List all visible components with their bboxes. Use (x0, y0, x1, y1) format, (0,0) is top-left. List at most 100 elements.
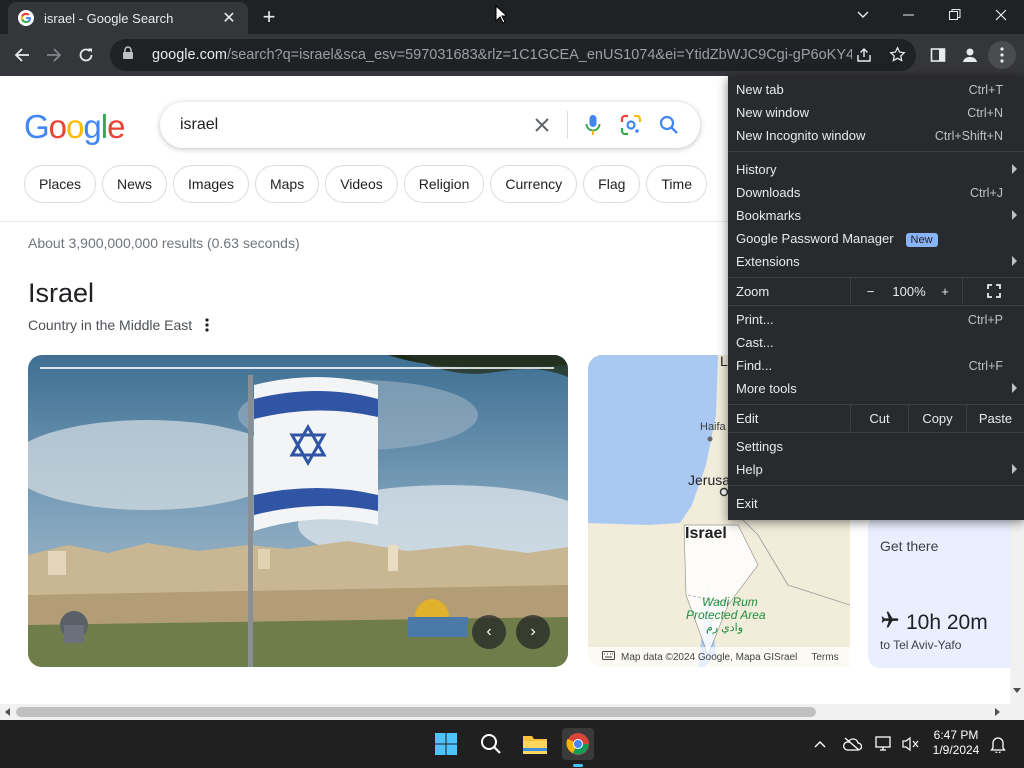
minimize-icon[interactable] (886, 0, 932, 30)
edit-label: Edit (736, 410, 759, 426)
voice-search-mic-icon[interactable] (574, 106, 612, 144)
result-stats: About 3,900,000,000 results (0.63 second… (28, 235, 300, 251)
search-magnifier-icon[interactable] (650, 106, 688, 144)
menu-item-history[interactable]: History (728, 158, 1024, 181)
menu-item-print[interactable]: Print... Ctrl+P (728, 308, 1024, 331)
close-window-icon[interactable] (978, 0, 1024, 30)
windows-start-icon[interactable] (430, 728, 462, 760)
scroll-right-arrow-icon[interactable] (995, 708, 1001, 716)
menu-separator (728, 305, 1024, 306)
chip-news[interactable]: News (102, 165, 168, 203)
reload-icon[interactable] (74, 43, 98, 67)
keyboard-icon[interactable] (602, 651, 615, 663)
system-clock[interactable]: 6:47 PM 1/9/2024 (924, 728, 988, 758)
google-favicon-icon (18, 10, 34, 26)
horizontal-scroll-thumb[interactable] (16, 707, 816, 717)
chip-images[interactable]: Images (173, 165, 249, 203)
carousel-prev-icon[interactable]: ‹ (472, 615, 506, 649)
google-logo[interactable]: Google (24, 108, 125, 146)
menu-item-new-window[interactable]: New window Ctrl+N (728, 101, 1024, 124)
map-label-jerusalem: Jerusa (688, 472, 731, 488)
map-label-protected-area: Protected Area (686, 608, 766, 622)
chip-videos[interactable]: Videos (325, 165, 398, 203)
menu-item-downloads[interactable]: Downloads Ctrl+J (728, 181, 1024, 204)
new-tab-icon[interactable]: + (258, 6, 280, 29)
menu-item-find[interactable]: Find... Ctrl+F (728, 354, 1024, 377)
show-hidden-icons-chevron-icon[interactable] (804, 728, 836, 760)
url-text: google.com/search?q=israel&sca_esv=59703… (152, 47, 852, 63)
copy-button[interactable]: Copy (908, 405, 966, 431)
map-label-haifa: Haifa (700, 421, 726, 433)
cut-button[interactable]: Cut (850, 405, 908, 431)
taskbar-search-icon[interactable] (475, 728, 507, 760)
map-label-top: L (720, 355, 728, 369)
menu-item-extensions[interactable]: Extensions (728, 250, 1024, 273)
menu-edit-row: Edit Cut Copy Paste (728, 405, 1024, 431)
file-explorer-icon[interactable] (519, 728, 551, 760)
knowledge-panel-subtitle: Country in the Middle East (28, 317, 193, 333)
windows-taskbar: 6:47 PM 1/9/2024 (0, 720, 1024, 768)
mouse-cursor-icon (495, 5, 507, 24)
back-arrow-icon[interactable] (10, 43, 34, 67)
bookmark-star-icon[interactable] (889, 46, 906, 68)
menu-item-settings[interactable]: Settings (728, 435, 1024, 458)
menu-item-new-tab[interactable]: New tab Ctrl+T (728, 78, 1024, 101)
address-bar[interactable]: google.com/search?q=israel&sca_esv=59703… (110, 39, 916, 71)
chip-religion[interactable]: Religion (403, 165, 485, 203)
google-lens-icon[interactable] (612, 106, 650, 144)
map-label-israel: Israel (685, 525, 727, 542)
chip-time[interactable]: Time (646, 165, 707, 203)
map-terms-link[interactable]: Terms (811, 652, 838, 663)
flight-time: 10h 20m (880, 610, 988, 636)
share-icon[interactable] (856, 47, 872, 68)
tab-search-chevron-icon[interactable] (840, 0, 886, 30)
restore-icon[interactable] (932, 0, 978, 30)
search-query[interactable]: israel (180, 116, 523, 134)
zoom-label: Zoom (736, 283, 770, 299)
paste-button[interactable]: Paste (966, 405, 1024, 431)
menu-item-bookmarks[interactable]: Bookmarks (728, 204, 1024, 227)
submenu-arrow-icon (1012, 164, 1017, 174)
notifications-bell-icon[interactable] (982, 728, 1014, 760)
clear-search-icon[interactable] (523, 106, 561, 144)
zoom-out-button[interactable]: − (850, 278, 890, 304)
close-tab-icon[interactable]: ✕ (220, 8, 238, 28)
zoom-in-button[interactable]: + (928, 278, 962, 304)
horizontal-scrollbar[interactable] (0, 704, 1024, 720)
menu-item-more-tools[interactable]: More tools (728, 377, 1024, 400)
menu-item-new-incognito-window[interactable]: New Incognito window Ctrl+Shift+N (728, 124, 1024, 147)
chip-flag[interactable]: Flag (583, 165, 641, 203)
search-box[interactable]: israel (160, 102, 700, 148)
scroll-down-arrow-icon[interactable] (1013, 688, 1021, 694)
tab-google-search[interactable]: israel - Google Search ✕ (8, 2, 248, 34)
fullscreen-icon[interactable] (962, 278, 1024, 304)
menu-item-cast[interactable]: Cast... (728, 331, 1024, 354)
scroll-left-arrow-icon[interactable] (5, 708, 11, 716)
chrome-taskbar-icon[interactable] (562, 728, 594, 767)
chip-currency[interactable]: Currency (490, 165, 578, 203)
filter-chips: Places News Images Maps Videos Religion … (24, 165, 707, 205)
map-label-arabic: وادي رم (706, 622, 744, 634)
israel-flag-photo[interactable]: ‹ › (28, 355, 568, 667)
chrome-menu-kebab-icon[interactable] (988, 41, 1016, 69)
menu-item-password-manager[interactable]: Google Password Manager New (728, 227, 1024, 250)
tab-title: israel - Google Search (44, 10, 174, 26)
side-panel-icon[interactable] (926, 43, 950, 67)
flight-duration: 10h 20m (906, 611, 988, 634)
volume-muted-icon[interactable] (894, 728, 926, 760)
menu-separator (728, 151, 1024, 152)
menu-separator (728, 432, 1024, 433)
chip-places[interactable]: Places (24, 165, 97, 203)
menu-item-exit[interactable]: Exit (728, 492, 1024, 515)
profile-avatar-icon[interactable] (958, 43, 982, 67)
browser-toolbar: google.com/search?q=israel&sca_esv=59703… (0, 34, 1024, 76)
menu-item-help[interactable]: Help (728, 458, 1024, 481)
chrome-main-menu: New tab Ctrl+T New window Ctrl+N New Incog… (728, 76, 1024, 520)
get-there-card[interactable]: Get there 10h 20m to Tel Aviv-Yafo (868, 516, 1010, 668)
more-options-icon[interactable] (200, 316, 214, 334)
get-there-label: Get there (880, 538, 939, 554)
forward-arrow-icon[interactable] (42, 43, 66, 67)
chip-maps[interactable]: Maps (254, 165, 320, 203)
cloud-offline-icon[interactable] (836, 728, 868, 760)
carousel-next-icon[interactable]: › (516, 615, 550, 649)
